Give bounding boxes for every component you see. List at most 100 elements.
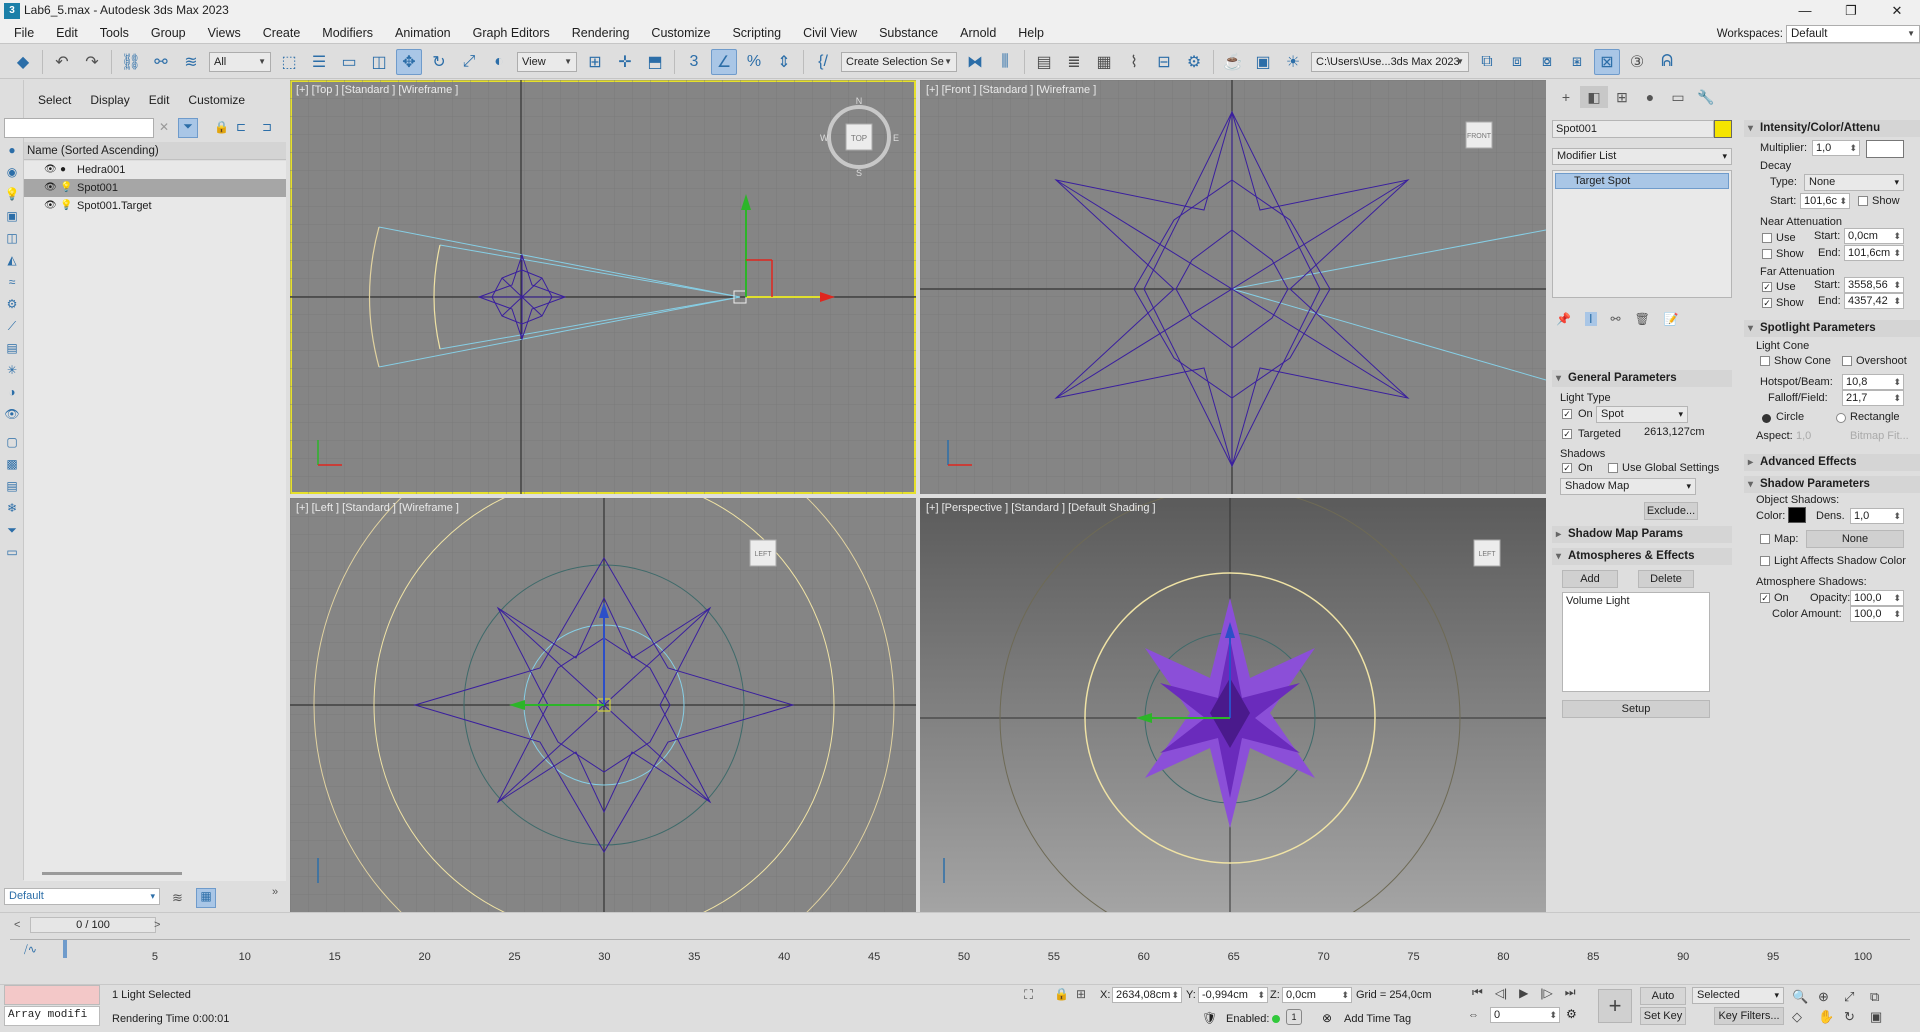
select-object-icon[interactable]: ⬚ bbox=[276, 49, 302, 75]
top-viewcube-face[interactable]: TOP bbox=[851, 134, 867, 143]
viewport-top[interactable]: TOP N S E W [+] [Top ] [Standard ] [Wire… bbox=[290, 80, 916, 494]
tab-display[interactable]: Display bbox=[90, 93, 129, 107]
angle-snap-icon[interactable]: ∠ bbox=[711, 48, 737, 75]
shadows-on-checkbox[interactable]: ✓ bbox=[1562, 463, 1572, 473]
selection-lock-icon[interactable]: 🔒 bbox=[1054, 987, 1069, 1001]
rotate-icon[interactable]: ↻ bbox=[426, 49, 452, 75]
eye-icon[interactable]: 👁 bbox=[44, 197, 57, 215]
x-coordinate[interactable]: 2634,08cm bbox=[1112, 987, 1182, 1003]
maxscript-listener-pink[interactable] bbox=[4, 985, 100, 1005]
rendered-frame-icon[interactable]: ▣ bbox=[1250, 49, 1276, 75]
light-on-checkbox[interactable]: ✓ bbox=[1562, 409, 1572, 419]
project-icon-3[interactable]: ⧇ bbox=[1534, 49, 1560, 75]
hotspot-spinner[interactable]: 10,8 bbox=[1842, 374, 1904, 390]
decay-show-checkbox[interactable] bbox=[1858, 196, 1868, 206]
render-production-icon[interactable]: ☀ bbox=[1280, 49, 1306, 75]
pivot-center-icon[interactable]: ⊞ bbox=[582, 49, 608, 75]
left-viewcube-face[interactable]: LEFT bbox=[754, 551, 772, 558]
move-icon[interactable]: ✥ bbox=[396, 48, 422, 75]
atmos-add-button[interactable]: Add bbox=[1562, 570, 1618, 588]
scene-search-input[interactable] bbox=[4, 118, 154, 138]
auto-key-button[interactable]: Auto Key bbox=[1640, 987, 1686, 1018]
bind-space-warp-icon[interactable]: ≋ bbox=[178, 49, 204, 75]
menu-graph-editors[interactable]: Graph Editors bbox=[462, 22, 561, 44]
curve-editor-icon[interactable]: ⌇ bbox=[1121, 49, 1147, 75]
pan-icon[interactable]: ✋ bbox=[1818, 1009, 1834, 1025]
show-end-result-icon[interactable]: Ⅰ bbox=[1584, 312, 1597, 326]
key-set-dropdown[interactable]: Selected bbox=[1692, 987, 1784, 1004]
menu-modifiers[interactable]: Modifiers bbox=[311, 22, 384, 44]
set-project-icon[interactable]: ⧉ bbox=[1474, 49, 1500, 75]
orbit-icon[interactable]: ↻ bbox=[1844, 1009, 1855, 1025]
containers-icon[interactable]: ▤ bbox=[4, 340, 20, 356]
clear-search-icon[interactable]: ✕ bbox=[159, 120, 169, 134]
scale-icon[interactable]: ⤢ bbox=[456, 49, 482, 75]
shadow-map-params-header[interactable]: Shadow Map Params bbox=[1552, 526, 1732, 543]
overshoot-checkbox[interactable] bbox=[1842, 356, 1852, 366]
play-icon[interactable]: ▶ bbox=[1519, 986, 1528, 1000]
minimize-button[interactable]: — bbox=[1782, 0, 1828, 22]
z-coordinate[interactable]: 0,0cm bbox=[1282, 987, 1352, 1003]
viewport-layout-icon[interactable]: ⊠ bbox=[1594, 48, 1620, 75]
y-coordinate[interactable]: -0,994cm bbox=[1198, 987, 1268, 1003]
perspective-viewcube-face[interactable]: LEFT bbox=[1478, 551, 1496, 558]
menu-group[interactable]: Group bbox=[140, 22, 197, 44]
next-frame-icon[interactable]: > bbox=[154, 919, 160, 931]
shadow-type-dropdown[interactable]: Shadow Map bbox=[1560, 478, 1696, 495]
light-type-dropdown[interactable]: Spot bbox=[1596, 406, 1688, 423]
viewport-perspective-label[interactable]: [+] [Perspective ] [Standard ] [Default … bbox=[926, 502, 1156, 514]
material-editor-icon[interactable]: ⚙ bbox=[1181, 49, 1207, 75]
absolute-mode-icon[interactable]: ⊞ bbox=[1076, 987, 1086, 1001]
far-use-checkbox[interactable]: ✓ bbox=[1762, 282, 1772, 292]
configure-sets-icon[interactable]: 📝 bbox=[1664, 312, 1679, 326]
layers-stack-icon[interactable]: ≋ bbox=[172, 890, 183, 906]
falloff-spinner[interactable]: 21,7 bbox=[1842, 390, 1904, 406]
menu-scripting[interactable]: Scripting bbox=[721, 22, 792, 44]
menu-rendering[interactable]: Rendering bbox=[561, 22, 641, 44]
tab-customize[interactable]: Customize bbox=[188, 93, 245, 107]
page-icon[interactable]: ▢ bbox=[4, 434, 20, 450]
camera-icon[interactable]: ▣ bbox=[4, 208, 20, 224]
next-key-icon[interactable]: |▷ bbox=[1540, 986, 1552, 1000]
schematic-view-icon[interactable]: ⊟ bbox=[1151, 49, 1177, 75]
menu-civil-view[interactable]: Civil View bbox=[792, 22, 868, 44]
modifier-list-dropdown[interactable]: Modifier List bbox=[1552, 148, 1732, 165]
circle-radio[interactable] bbox=[1762, 414, 1771, 423]
object-name-field[interactable]: Spot001 bbox=[1552, 120, 1714, 138]
display-tab-icon[interactable]: ▭ bbox=[1664, 86, 1692, 108]
menu-file[interactable]: File bbox=[0, 22, 45, 44]
project-folder-icon[interactable]: ⧈ bbox=[1504, 49, 1530, 75]
helpers-icon[interactable]: ◫ bbox=[4, 230, 20, 246]
workspace-dropdown[interactable]: Default ▼ bbox=[1786, 24, 1920, 43]
goto-start-icon[interactable]: ⏮ bbox=[1472, 985, 1483, 1000]
near-start-spinner[interactable]: 0,0cm bbox=[1844, 228, 1904, 244]
select-by-name-icon[interactable]: ☰ bbox=[306, 49, 332, 75]
time-tag-icon[interactable]: ⊗ bbox=[1322, 1011, 1332, 1025]
render-setup-icon[interactable]: ☕ bbox=[1220, 49, 1246, 75]
menu-substance[interactable]: Substance bbox=[868, 22, 949, 44]
prev-frame-icon[interactable]: < bbox=[14, 919, 20, 931]
viewport-left-label[interactable]: [+] [Left ] [Standard ] [Wireframe ] bbox=[296, 502, 459, 514]
spinner-snap-icon[interactable]: ⇕ bbox=[771, 49, 797, 75]
far-end-spinner[interactable]: 4357,42 bbox=[1844, 293, 1904, 309]
use-global-checkbox[interactable] bbox=[1608, 463, 1618, 473]
add-time-tag-button[interactable]: Add Time Tag bbox=[1344, 1013, 1411, 1025]
select-manipulate-icon[interactable]: ✛ bbox=[612, 49, 638, 75]
remove-modifier-icon[interactable]: 🗑 bbox=[1635, 312, 1650, 326]
atmospheres-effects-header[interactable]: Atmospheres & Effects bbox=[1552, 548, 1732, 565]
decay-type-dropdown[interactable]: None bbox=[1804, 174, 1904, 191]
spacewarp-icon[interactable]: ≈ bbox=[4, 274, 20, 290]
shadow-color-swatch[interactable] bbox=[1788, 507, 1806, 523]
menu-tools[interactable]: Tools bbox=[89, 22, 140, 44]
zoom-extents-all-icon[interactable]: ⧉ bbox=[1870, 989, 1879, 1005]
menu-customize[interactable]: Customize bbox=[640, 22, 721, 44]
menu-animation[interactable]: Animation bbox=[384, 22, 462, 44]
far-start-spinner[interactable]: 3558,56 bbox=[1844, 277, 1904, 293]
zoom-icon[interactable]: 🔍 bbox=[1792, 989, 1808, 1005]
object-color-swatch[interactable] bbox=[1714, 120, 1732, 138]
rectangle-radio[interactable] bbox=[1836, 413, 1846, 423]
layer-explorer-icon[interactable]: ≣ bbox=[1061, 49, 1087, 75]
list-icon[interactable]: ▤ bbox=[4, 478, 20, 494]
menu-edit[interactable]: Edit bbox=[45, 22, 89, 44]
freeze-icon[interactable]: ❄ bbox=[4, 500, 20, 516]
